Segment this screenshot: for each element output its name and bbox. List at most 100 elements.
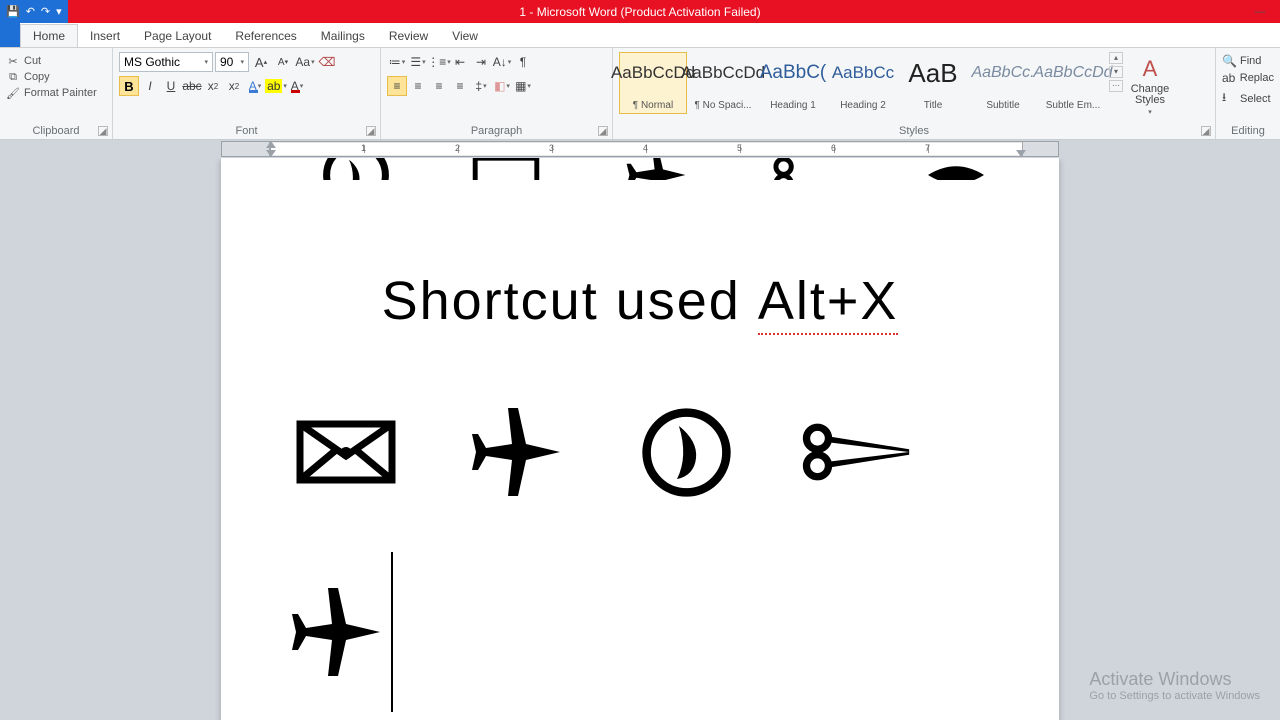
tab-page-layout[interactable]: Page Layout	[132, 25, 223, 47]
more-icon[interactable]: ⋯	[1109, 80, 1123, 92]
windows-activation-watermark: Activate Windows Go to Settings to activ…	[1089, 669, 1260, 702]
line-spacing-button[interactable]: ‡	[471, 76, 491, 96]
highlight-button[interactable]: ab	[266, 76, 286, 96]
page[interactable]: Shortcut used Alt+X	[221, 158, 1059, 720]
decrease-indent-button[interactable]: ⇤	[450, 52, 470, 72]
tab-view[interactable]: View	[440, 25, 490, 47]
title-bar: 💾 ↶ ↷ ▾ 1 - Microsoft Word (Product Acti…	[0, 0, 1280, 23]
group-font: MS Gothic▾ 90▾ A▴ A▾ Aa ⌫ B I U abc x2 x…	[113, 48, 381, 139]
styles-gallery-scroll[interactable]: ▴ ▾ ⋯	[1109, 52, 1123, 92]
style-heading-1[interactable]: AaBbC(Heading 1	[759, 52, 827, 114]
replace-icon: ab	[1222, 71, 1236, 85]
tab-insert[interactable]: Insert	[78, 25, 132, 47]
scissors-icon	[771, 158, 841, 180]
document-heading: Shortcut used Alt+X	[281, 270, 999, 332]
show-paragraph-marks-button[interactable]: ¶	[513, 52, 533, 72]
hanging-indent-marker[interactable]	[266, 149, 276, 157]
shrink-font-button[interactable]: A▾	[273, 52, 293, 72]
style-subtle-emphasis[interactable]: AaBbCcDdSubtle Em...	[1039, 52, 1107, 114]
group-editing: 🔍Find abReplac ⭳Select Editing	[1216, 48, 1280, 139]
tab-references[interactable]: References	[223, 25, 308, 47]
shading-button[interactable]: ◧	[492, 76, 512, 96]
group-styles: AaBbCcDd¶ Normal AaBbCcDd¶ No Spaci... A…	[613, 48, 1216, 139]
justify-button[interactable]: ≡	[450, 76, 470, 96]
airplane-icon	[281, 552, 391, 712]
file-tab[interactable]	[0, 22, 20, 47]
phone-icon	[631, 402, 741, 502]
right-indent-marker[interactable]	[1016, 149, 1026, 157]
document-content-clipped	[281, 158, 999, 180]
group-paragraph: ≔ ☰ ⋮≡ ⇤ ⇥ A↓ ¶ ≡ ≡ ≡ ≡ ‡ ◧ ▦ Paragraph …	[381, 48, 613, 139]
style-no-spacing[interactable]: AaBbCcDd¶ No Spaci...	[689, 52, 757, 114]
numbering-button[interactable]: ☰	[408, 52, 428, 72]
undo-icon[interactable]: ↶	[24, 5, 37, 18]
underline-button[interactable]: U	[161, 76, 181, 96]
envelope-icon	[471, 158, 541, 180]
scissors-icon: ✂	[6, 54, 20, 68]
minimize-button[interactable]: —	[1240, 0, 1280, 23]
style-subtitle[interactable]: AaBbCc.Subtitle	[969, 52, 1037, 114]
tab-home[interactable]: Home	[20, 24, 78, 47]
sort-button[interactable]: A↓	[492, 52, 512, 72]
window-title: 1 - Microsoft Word (Product Activation F…	[0, 5, 1280, 19]
font-name-combo[interactable]: MS Gothic▾	[119, 52, 213, 72]
text-effects-button[interactable]: A	[245, 76, 265, 96]
bold-button[interactable]: B	[119, 76, 139, 96]
superscript-button[interactable]: x2	[224, 76, 244, 96]
align-left-button[interactable]: ≡	[387, 76, 407, 96]
horizontal-ruler[interactable]: 1234567	[0, 140, 1280, 158]
airplane-icon	[621, 158, 691, 180]
borders-button[interactable]: ▦	[513, 76, 533, 96]
document-symbol-row-2	[281, 552, 999, 712]
redo-icon[interactable]: ↷	[39, 5, 52, 18]
tab-review[interactable]: Review	[377, 25, 440, 47]
save-icon[interactable]: 💾	[4, 5, 22, 18]
ribbon: ✂Cut ⧉Copy 🖌Format Painter Clipboard ◢ M…	[0, 48, 1280, 140]
grow-font-button[interactable]: A▴	[251, 52, 271, 72]
style-heading-2[interactable]: AaBbCcHeading 2	[829, 52, 897, 114]
subscript-button[interactable]: x2	[203, 76, 223, 96]
copy-icon: ⧉	[6, 70, 20, 84]
find-button[interactable]: 🔍Find	[1222, 54, 1274, 68]
dialog-launcher-icon[interactable]: ◢	[98, 126, 108, 136]
select-button[interactable]: ⭳Select	[1222, 88, 1274, 109]
group-label: Clipboard	[0, 125, 112, 137]
change-case-button[interactable]: Aa	[295, 52, 315, 72]
cursor-icon: ⭳	[1222, 88, 1236, 109]
format-painter-button[interactable]: 🖌Format Painter	[6, 86, 106, 100]
tab-mailings[interactable]: Mailings	[309, 25, 377, 47]
document-area[interactable]: Shortcut used Alt+X	[0, 158, 1280, 720]
find-icon: 🔍	[1222, 54, 1236, 68]
multilevel-list-button[interactable]: ⋮≡	[429, 52, 449, 72]
clear-formatting-button[interactable]: ⌫	[317, 52, 337, 72]
qat-more-icon[interactable]: ▾	[54, 5, 64, 18]
group-clipboard: ✂Cut ⧉Copy 🖌Format Painter Clipboard ◢	[0, 48, 113, 139]
dialog-launcher-icon[interactable]: ◢	[366, 126, 376, 136]
chevron-down-icon[interactable]: ▾	[1109, 66, 1123, 78]
replace-button[interactable]: abReplac	[1222, 71, 1274, 85]
font-size-combo[interactable]: 90▾	[215, 52, 249, 72]
font-color-button[interactable]: A	[287, 76, 307, 96]
brush-icon: 🖌	[6, 86, 20, 100]
window-controls: —	[1240, 0, 1280, 23]
align-center-button[interactable]: ≡	[408, 76, 428, 96]
style-normal[interactable]: AaBbCcDd¶ Normal	[619, 52, 687, 114]
dialog-launcher-icon[interactable]: ◢	[598, 126, 608, 136]
envelope-icon	[291, 402, 401, 502]
group-label: Styles	[613, 125, 1215, 137]
dialog-launcher-icon[interactable]: ◢	[1201, 126, 1211, 136]
copy-button[interactable]: ⧉Copy	[6, 70, 106, 84]
align-right-button[interactable]: ≡	[429, 76, 449, 96]
cut-button[interactable]: ✂Cut	[6, 54, 106, 68]
bullets-button[interactable]: ≔	[387, 52, 407, 72]
chevron-up-icon[interactable]: ▴	[1109, 52, 1123, 64]
increase-indent-button[interactable]: ⇥	[471, 52, 491, 72]
change-styles-button[interactable]: A Change Styles ▾	[1125, 52, 1175, 116]
airplane-icon	[461, 402, 571, 502]
style-title[interactable]: AaBTitle	[899, 52, 967, 114]
strikethrough-button[interactable]: abc	[182, 76, 202, 96]
italic-button[interactable]: I	[140, 76, 160, 96]
quick-access-toolbar: 💾 ↶ ↷ ▾	[0, 0, 68, 23]
first-line-indent-marker[interactable]	[266, 141, 276, 149]
change-styles-icon: A	[1143, 56, 1158, 82]
